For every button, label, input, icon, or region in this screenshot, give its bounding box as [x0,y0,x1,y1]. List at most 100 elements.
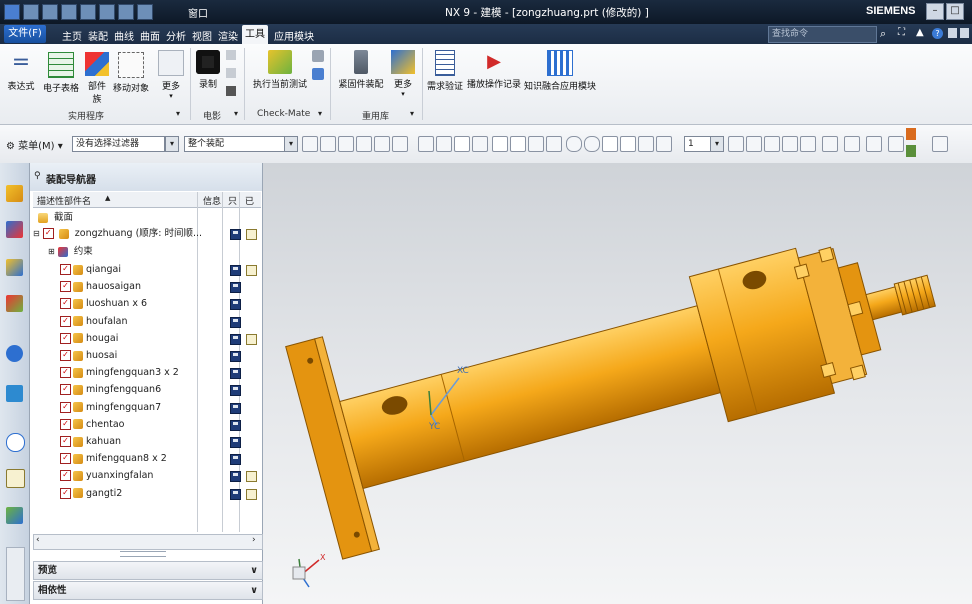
visibility-checkbox[interactable]: ✓ [42,228,54,239]
box-select-icon[interactable] [392,136,408,152]
visibility-checkbox[interactable]: ✓ [60,332,71,344]
part-family-button[interactable]: 部件族 [84,52,110,105]
snap-circle-icon[interactable] [566,136,582,152]
section-view-icon[interactable] [866,136,882,152]
resource-bar-scroll[interactable] [6,547,25,601]
select-feature-icon[interactable] [320,136,336,152]
view-zoom-icon[interactable] [746,136,762,152]
snap-bounded-icon[interactable] [656,136,672,152]
expression-button[interactable]: = 表达式 [6,52,36,93]
visibility-checkbox[interactable]: ✓ [60,487,71,499]
tab-home[interactable]: 主页 [59,27,85,44]
collapse-icon[interactable]: ⊟ [33,229,40,238]
edge-style-icon[interactable] [844,136,860,152]
group-utilities-dropdown-icon[interactable]: ▾ [176,109,180,118]
part-row[interactable]: ✓ chentao [60,416,124,433]
system-materials-tab-icon[interactable] [6,469,25,488]
assembly-navigator-tab-icon[interactable] [6,185,23,202]
select-component-icon[interactable] [436,136,452,152]
select-face-icon[interactable] [338,136,354,152]
snap-on-curve-icon[interactable] [620,136,636,152]
history-tab-icon[interactable] [6,433,25,452]
type-filter-dropdown-icon[interactable]: ▾ [165,136,179,152]
view-pan-icon[interactable] [782,136,798,152]
fit-view-icon[interactable]: ⛶ [898,27,905,38]
part-row[interactable]: ✓ hauosaigan [60,278,141,295]
quick-pick-count-select[interactable]: 1 [684,136,711,152]
column-info[interactable]: 信息 [203,194,221,207]
visibility-checkbox[interactable]: ✓ [60,418,71,430]
repeat-icon[interactable] [137,4,153,20]
fastener-assembly-button[interactable]: 紧固件装配 [338,50,384,90]
constraints-node[interactable]: ⊞ 约束 [48,243,93,260]
stop-icon[interactable] [226,68,236,78]
snap-arc-center-icon[interactable] [546,136,562,152]
tab-curve[interactable]: 曲线 [111,27,137,44]
type-filter-select[interactable]: 没有选择过滤器 [72,136,165,152]
move-object-button[interactable]: 移动对象 [112,52,150,94]
constraint-navigator-tab-icon[interactable] [6,221,23,238]
group-movie-dropdown-icon[interactable]: ▾ [234,109,238,118]
graphics-window[interactable]: XC YC X [263,163,972,604]
test-option-icon[interactable] [312,50,324,62]
visibility-checkbox[interactable]: ✓ [60,384,71,396]
command-search-input[interactable]: 查找命令 [768,26,877,43]
part-row[interactable]: ✓ mingfengquan6 [60,381,161,398]
dependency-expand-icon[interactable]: ∨ [250,582,258,599]
copy-icon[interactable] [99,4,115,20]
requirements-validation-button[interactable]: 需求验证 [426,50,464,92]
part-row[interactable]: ✓ kahuan [60,433,121,450]
toolbar-options-icon[interactable] [932,136,948,152]
select-curve-icon[interactable] [374,136,390,152]
play-journal-button[interactable]: ▶ 播放操作记录 [466,50,522,90]
visibility-checkbox[interactable]: ✓ [60,298,71,310]
part-row[interactable]: ✓ luoshuan x 6 [60,295,147,312]
tab-applications[interactable]: 应用模块 [271,27,317,44]
record-button[interactable]: 录制 [196,50,220,90]
snap-intersect-icon[interactable] [472,136,488,152]
reuse-more-button[interactable]: 更多 ▾ [390,50,416,98]
maximize-button[interactable]: □ [946,3,964,20]
column-read-only[interactable]: 只 [228,194,237,207]
reuse-library-tab-icon[interactable] [6,295,23,312]
part-row[interactable]: ✓ houfalan [60,313,128,330]
dependency-panel[interactable]: 相依性 ∨ [33,581,263,600]
preview-panel[interactable]: 预览 ∨ [33,561,263,580]
close-doc-icon[interactable] [960,28,969,38]
visibility-checkbox[interactable]: ✓ [60,264,71,275]
help-icon[interactable]: ? [932,28,943,39]
preview-expand-icon[interactable]: ∨ [250,562,258,579]
visibility-checkbox[interactable]: ✓ [60,367,71,379]
collapse-ribbon-icon[interactable]: ▲ [916,27,924,38]
visibility-checkbox[interactable]: ✓ [60,281,71,293]
redo-icon[interactable] [61,4,77,20]
snap-grid-icon[interactable] [454,136,470,152]
root-assembly-node[interactable]: ⊟ ✓ zongzhuang (顺序: 时间顺... [33,225,202,242]
snap-control-point-icon[interactable] [528,136,544,152]
tab-surface[interactable]: 曲面 [137,27,163,44]
part-navigator-tab-icon[interactable] [6,259,23,276]
snap-mid-point-icon[interactable] [510,136,526,152]
undo-icon[interactable] [42,4,58,20]
view-orient-icon[interactable] [800,136,816,152]
tab-render[interactable]: 渲染 [215,27,241,44]
tab-view[interactable]: 视图 [189,27,215,44]
render-style-icon[interactable] [822,136,838,152]
spreadsheet-button[interactable]: 电子表格 [42,52,80,94]
group-checkmate-dropdown-icon[interactable]: ▾ [318,109,322,118]
selection-scope-dropdown-icon[interactable]: ▾ [284,136,298,152]
web-browser-tab-icon[interactable] [6,385,23,402]
utilities-more-button[interactable]: 更多 ▾ [158,50,184,100]
scroll-left-icon[interactable]: ‹ [36,535,40,545]
part-row[interactable]: ✓ mingfengquan7 [60,399,161,416]
pin-icon[interactable]: ⚲ [34,171,41,181]
snap-existing-point-icon[interactable] [602,136,618,152]
part-row[interactable]: ✓ qiangai [60,261,121,278]
select-body-icon[interactable] [418,136,434,152]
cut-icon[interactable] [80,4,96,20]
tab-assembly[interactable]: 装配 [85,27,111,44]
selection-scope-select[interactable]: 整个装配 [184,136,285,152]
tab-tools[interactable]: 工具 [242,25,268,44]
visibility-checkbox[interactable]: ✓ [60,453,71,465]
run-current-test-button[interactable]: 执行当前测试 [252,50,308,90]
